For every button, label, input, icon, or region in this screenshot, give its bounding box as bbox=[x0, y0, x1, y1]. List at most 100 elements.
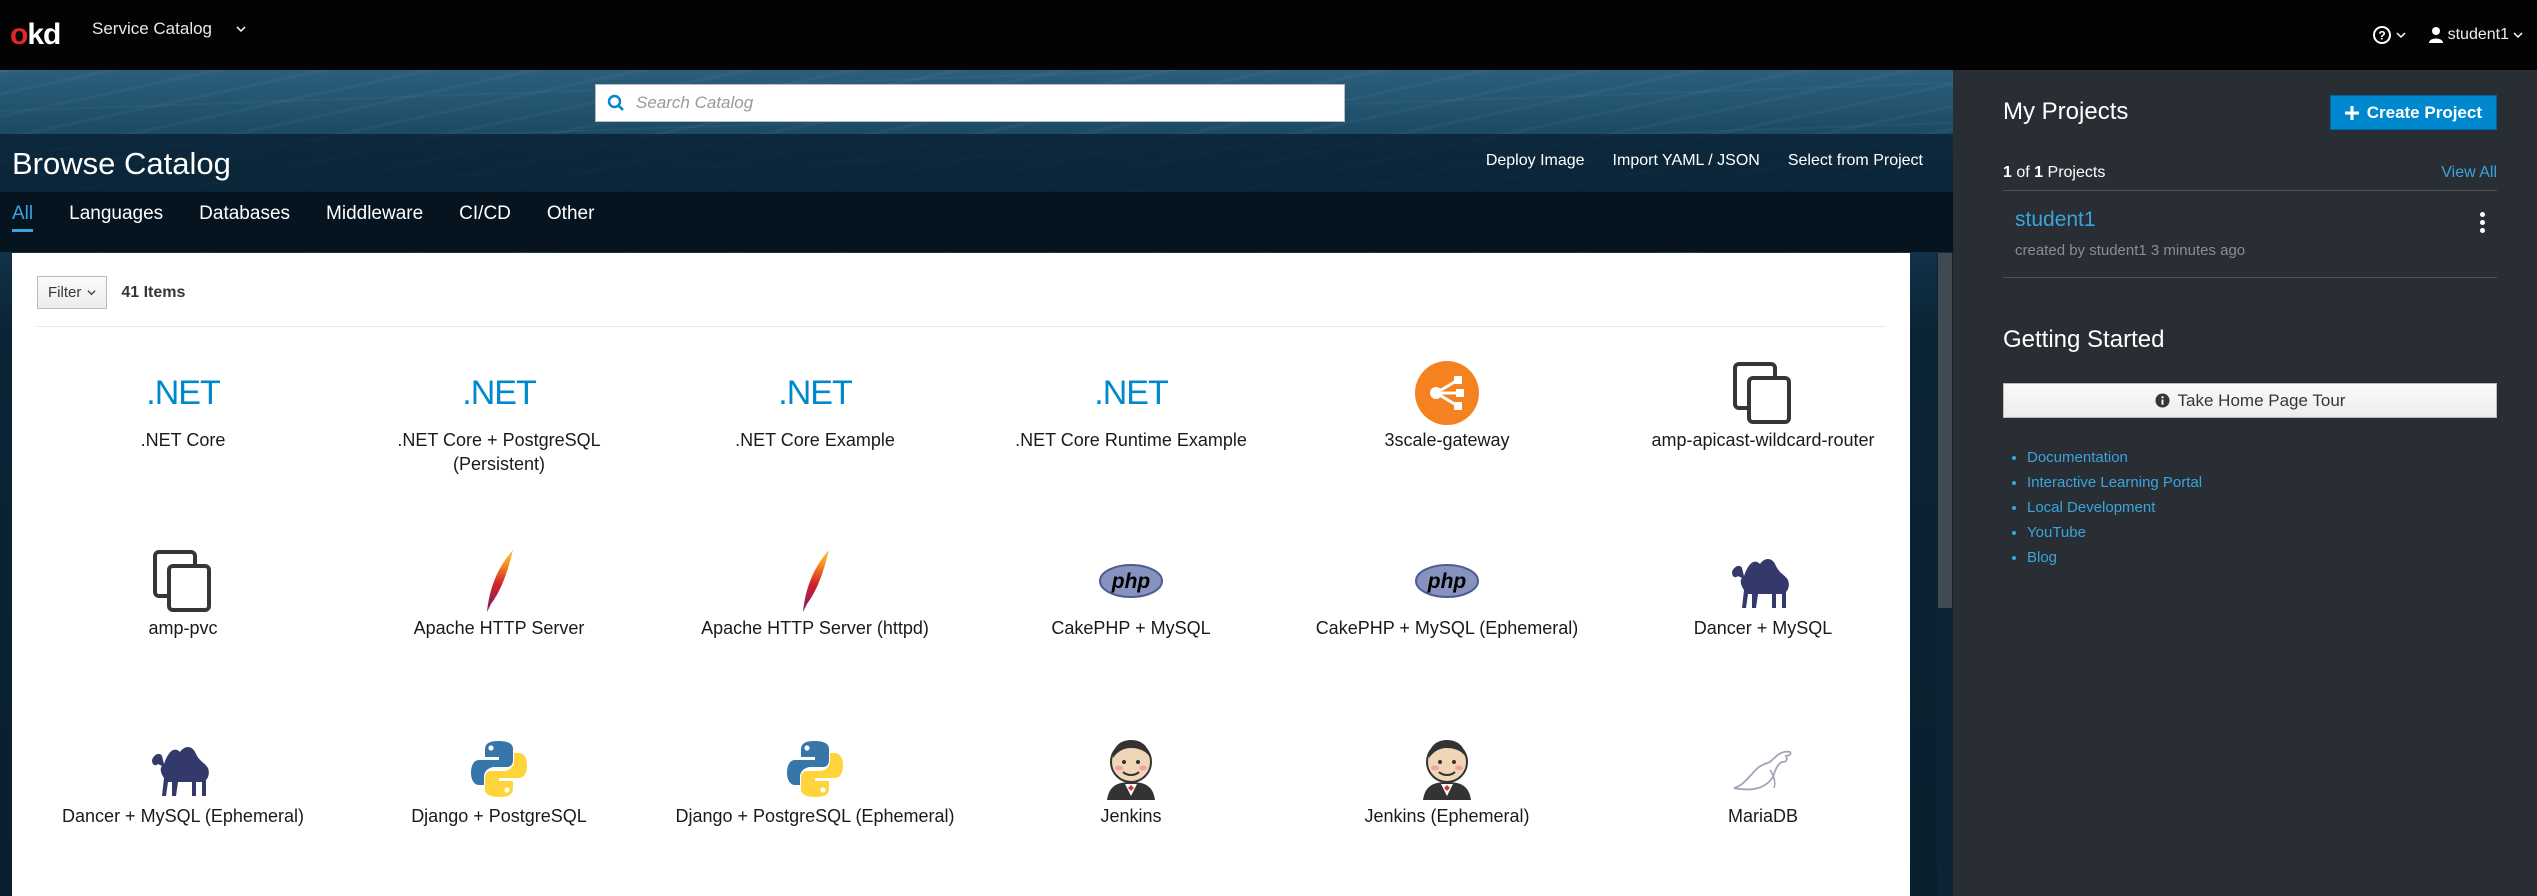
catalog-item[interactable]: .NET .NET Core Runtime Example bbox=[973, 358, 1289, 546]
filter-label: Filter bbox=[48, 284, 82, 301]
page-title: Browse Catalog bbox=[12, 146, 231, 181]
tab-languages[interactable]: Languages bbox=[69, 192, 163, 230]
search-input[interactable] bbox=[636, 93, 1316, 113]
link-interactive-learning-portal[interactable]: Interactive Learning Portal bbox=[2027, 470, 2202, 495]
tab-middleware[interactable]: Middleware bbox=[326, 192, 423, 230]
catalog-item[interactable]: Jenkins (Ephemeral) bbox=[1289, 734, 1605, 896]
search-icon bbox=[607, 94, 624, 111]
catalog-item-title: Dancer + MySQL (Ephemeral) bbox=[62, 806, 304, 826]
catalog-item[interactable]: Dancer + MySQL bbox=[1605, 546, 1921, 734]
help-menu[interactable]: ? bbox=[2372, 25, 2406, 45]
catalog-item-title: Jenkins bbox=[1100, 806, 1162, 826]
catalog-item[interactable]: Dancer + MySQL (Ephemeral) bbox=[25, 734, 341, 896]
info-circle-icon bbox=[2155, 393, 2170, 408]
catalog-item-title: MariaDB bbox=[1727, 806, 1798, 826]
chevron-down-icon bbox=[2513, 32, 2523, 39]
plus-icon bbox=[2344, 105, 2359, 120]
user-icon bbox=[2428, 27, 2443, 43]
catalog-item[interactable]: Apache HTTP Server bbox=[341, 546, 657, 734]
catalog-item[interactable]: Apache HTTP Server (httpd) bbox=[657, 546, 973, 734]
catalog-item-title: amp-apicast-wildcard-router bbox=[1651, 430, 1875, 450]
python-icon bbox=[775, 734, 855, 804]
catalog-item-title: .NET Core Runtime Example bbox=[1015, 430, 1247, 450]
kebab-menu-icon[interactable] bbox=[2479, 212, 2485, 233]
filter-button[interactable]: Filter bbox=[37, 276, 108, 309]
link-local-development[interactable]: Local Development bbox=[2027, 495, 2202, 520]
import-yaml-link[interactable]: Import YAML / JSON bbox=[1613, 152, 1760, 170]
catalog-item[interactable]: .NET .NET Core + PostgreSQL (Persistent) bbox=[341, 358, 657, 546]
category-tabs: All Languages Databases Middleware CI/CD… bbox=[0, 192, 1953, 252]
create-project-button[interactable]: Create Project bbox=[2329, 95, 2497, 130]
catalog-item-title: Dancer + MySQL bbox=[1693, 618, 1833, 638]
question-circle-icon: ? bbox=[2372, 26, 2391, 44]
catalog-item[interactable]: .NET .NET Core bbox=[25, 358, 341, 546]
tab-databases[interactable]: Databases bbox=[199, 192, 290, 230]
project-meta: created by student1 3 minutes ago bbox=[2015, 242, 2246, 259]
project-link-student1[interactable]: student1 bbox=[2015, 208, 2096, 232]
dotnet-icon: .NET bbox=[462, 373, 536, 412]
catalog-item[interactable]: .NET .NET Core Example bbox=[657, 358, 973, 546]
apache-feather-icon bbox=[775, 546, 855, 616]
okd-logo[interactable]: okd bbox=[10, 18, 61, 52]
catalog-item[interactable]: 3scale-gateway bbox=[1289, 358, 1605, 546]
python-icon bbox=[459, 734, 539, 804]
jenkins-icon bbox=[1091, 734, 1171, 804]
select-from-project-link[interactable]: Select from Project bbox=[1788, 152, 1923, 170]
catalog-item[interactable]: Django + PostgreSQL (Ephemeral) bbox=[657, 734, 973, 896]
dotnet-icon: .NET bbox=[778, 373, 852, 412]
top-navbar: okd Service Catalog ? student1 bbox=[0, 0, 2537, 70]
catalog-item-title: Jenkins (Ephemeral) bbox=[1364, 806, 1530, 826]
svg-text:?: ? bbox=[2378, 29, 2385, 43]
catalog-item-title: Django + PostgreSQL bbox=[411, 806, 587, 826]
camel-icon bbox=[1723, 546, 1803, 616]
catalog-area: Browse Catalog Deploy Image Import YAML … bbox=[0, 70, 1953, 896]
link-documentation[interactable]: Documentation bbox=[2027, 445, 2202, 470]
scrollbar-thumb[interactable] bbox=[1938, 253, 1952, 608]
my-projects-heading: My Projects bbox=[2003, 98, 2129, 125]
view-all-link[interactable]: View All bbox=[2441, 164, 2497, 182]
link-youtube[interactable]: YouTube bbox=[2027, 520, 2202, 545]
catalog-item[interactable]: php CakePHP + MySQL bbox=[973, 546, 1289, 734]
project-count: 1 of 1 Projects bbox=[2003, 164, 2106, 181]
catalog-item-title: .NET Core + PostgreSQL (Persistent) bbox=[397, 430, 601, 474]
divider bbox=[2003, 190, 2497, 191]
catalog-item[interactable]: amp-apicast-wildcard-router bbox=[1605, 358, 1921, 546]
catalog-item-title: Apache HTTP Server (httpd) bbox=[701, 618, 929, 638]
catalog-item[interactable]: php CakePHP + MySQL (Ephemeral) bbox=[1289, 546, 1605, 734]
catalog-item[interactable]: MariaDB bbox=[1605, 734, 1921, 896]
items-count: 41 Items bbox=[121, 283, 186, 301]
catalog-item-title: .NET Core bbox=[140, 430, 226, 450]
dotnet-icon: .NET bbox=[1094, 373, 1168, 412]
catalog-item[interactable]: Django + PostgreSQL bbox=[341, 734, 657, 896]
catalog-item-title: .NET Core Example bbox=[735, 430, 895, 450]
catalog-grid: .NET .NET Core .NET .NET Core + PostgreS… bbox=[25, 358, 1915, 896]
divider bbox=[37, 326, 1885, 327]
getting-started-heading: Getting Started bbox=[2003, 326, 2165, 353]
jenkins-icon bbox=[1407, 734, 1487, 804]
catalog-item[interactable]: amp-pvc bbox=[25, 546, 341, 734]
3scale-gateway-icon bbox=[1407, 358, 1487, 428]
copy-icon bbox=[143, 546, 223, 616]
tab-all[interactable]: All bbox=[12, 192, 34, 232]
link-blog[interactable]: Blog bbox=[2027, 545, 2202, 570]
catalog-item[interactable]: Jenkins bbox=[973, 734, 1289, 896]
tab-other[interactable]: Other bbox=[547, 192, 595, 230]
catalog-panel: Filter 41 Items .NET .NET Core .NET .NET… bbox=[12, 253, 1910, 896]
deploy-image-link[interactable]: Deploy Image bbox=[1486, 152, 1585, 170]
divider bbox=[2003, 277, 2497, 278]
php-icon: php bbox=[1091, 546, 1171, 616]
search-box[interactable] bbox=[595, 84, 1345, 122]
context-switcher-label: Service Catalog bbox=[92, 19, 213, 38]
catalog-item-title: 3scale-gateway bbox=[1384, 430, 1510, 450]
catalog-item-title: amp-pvc bbox=[148, 618, 218, 638]
take-tour-button[interactable]: Take Home Page Tour bbox=[2003, 383, 2497, 418]
apache-feather-icon bbox=[459, 546, 539, 616]
tab-cicd[interactable]: CI/CD bbox=[459, 192, 511, 230]
take-tour-label: Take Home Page Tour bbox=[2177, 390, 2346, 410]
user-menu[interactable]: student1 bbox=[2428, 26, 2523, 44]
context-switcher[interactable]: Service Catalog bbox=[92, 19, 246, 39]
projects-sidebar: My Projects Create Project 1 of 1 Projec… bbox=[1953, 70, 2537, 896]
chevron-down-icon bbox=[236, 26, 246, 33]
browse-header: Browse Catalog Deploy Image Import YAML … bbox=[0, 134, 1953, 192]
user-name: student1 bbox=[2447, 26, 2509, 43]
